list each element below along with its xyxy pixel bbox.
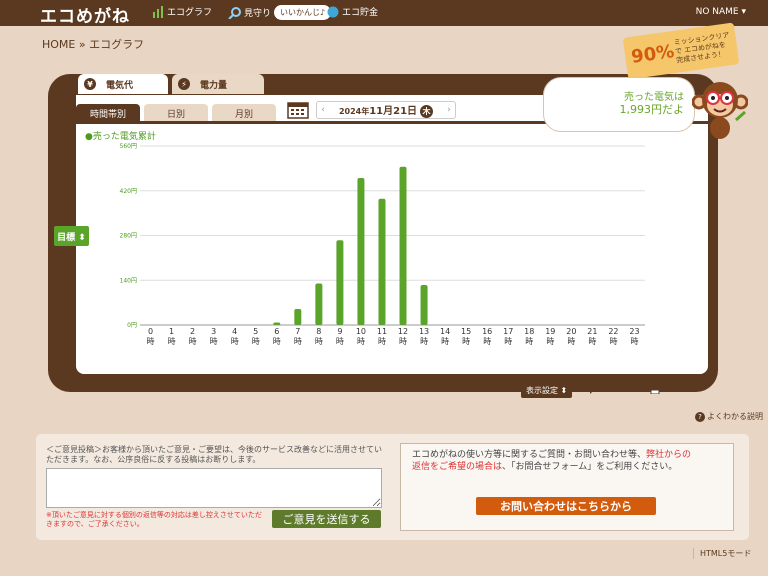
speech-bubble: 売った電気は 1,993円だよ <box>543 77 695 132</box>
print-label: 印刷する <box>665 384 697 393</box>
y-tick-label: 280円 <box>120 233 137 240</box>
x-tick-label: 14 <box>440 327 450 336</box>
inquiry-red-1: 弊社からの <box>646 450 692 460</box>
submit-feedback-button[interactable]: ご意見を送信する <box>272 510 381 528</box>
x-tick-unit: 時 <box>231 337 239 346</box>
x-tick-unit: 時 <box>567 337 575 346</box>
help-link[interactable]: ? よくわかる説明 <box>695 411 763 422</box>
feedback-description: ＜ご意見投稿＞お客様から頂いたご意見・ご要望は、今後のサービス改善などに活用させ… <box>46 445 382 464</box>
x-tick-label: 9 <box>337 327 342 336</box>
x-tick-unit: 時 <box>525 337 533 346</box>
y-tick-label: 560円 <box>120 143 137 150</box>
x-tick-label: 12 <box>398 327 408 336</box>
help-label: よくわかる説明 <box>707 412 763 421</box>
x-tick-label: 8 <box>316 327 321 336</box>
x-tick-label: 7 <box>295 327 300 336</box>
x-tick-label: 2 <box>190 327 195 336</box>
x-tick-unit: 時 <box>336 337 344 346</box>
x-tick-label: 22 <box>608 327 618 336</box>
y-tick-label: 0円 <box>127 322 137 329</box>
printer-icon <box>649 383 661 394</box>
share-label: 共有する <box>602 384 634 393</box>
x-tick-unit: 時 <box>483 337 491 346</box>
x-tick-label: 21 <box>587 327 597 336</box>
x-tick-unit: 時 <box>504 337 512 346</box>
x-tick-label: 15 <box>461 327 471 336</box>
share-button[interactable]: 共有する <box>587 383 634 394</box>
x-tick-label: 18 <box>524 327 534 336</box>
x-tick-unit: 時 <box>294 337 302 346</box>
monkey-mascot-icon <box>692 82 748 139</box>
chart-bar[interactable] <box>420 285 428 325</box>
x-tick-unit: 時 <box>609 337 617 346</box>
x-tick-label: 6 <box>274 327 279 336</box>
x-tick-unit: 時 <box>168 337 176 346</box>
x-tick-unit: 時 <box>588 337 596 346</box>
x-tick-label: 13 <box>419 327 429 336</box>
print-button[interactable]: 印刷する <box>649 383 697 394</box>
chart-bar[interactable] <box>357 177 365 325</box>
x-tick-unit: 時 <box>273 337 281 346</box>
x-tick-label: 5 <box>253 327 258 336</box>
chart-bar[interactable] <box>315 283 323 325</box>
mission-text: ミッションクリアで エコめがねを 完成させよう！ <box>673 31 730 65</box>
chart-bar[interactable] <box>336 240 344 325</box>
inquiry-button[interactable]: お問い合わせはこちらから <box>476 497 656 515</box>
x-tick-unit: 時 <box>420 337 428 346</box>
inquiry-text-2: 、「お問合せフォーム」をご利用ください。 <box>502 462 678 472</box>
x-tick-unit: 時 <box>357 337 365 346</box>
x-tick-label: 19 <box>545 327 555 336</box>
chart-bar[interactable] <box>399 166 407 325</box>
inquiry-red-2: 返信をご希望の場合は <box>412 462 503 472</box>
x-tick-label: 3 <box>211 327 216 336</box>
x-tick-unit: 時 <box>399 337 407 346</box>
x-tick-unit: 時 <box>462 337 470 346</box>
x-tick-label: 0 <box>148 327 153 336</box>
x-tick-label: 17 <box>503 327 513 336</box>
x-tick-unit: 時 <box>189 337 197 346</box>
x-tick-label: 23 <box>629 327 639 336</box>
x-tick-unit: 時 <box>378 337 386 346</box>
display-settings-button[interactable]: 表示設定 ⬍ <box>521 383 573 398</box>
x-tick-unit: 時 <box>441 337 449 346</box>
x-tick-unit: 時 <box>630 337 638 346</box>
html5-mode-link[interactable]: HTML5モード <box>693 548 751 559</box>
inquiry-text-1: エコめがねの使い方等に関するご質問・お問い合わせ等、 <box>412 450 647 460</box>
speech-amount: 1,993円だよ <box>619 103 685 116</box>
question-icon: ? <box>695 412 705 422</box>
chart-bar[interactable] <box>273 322 281 325</box>
mission-percent: 90% <box>629 41 676 68</box>
y-tick-label: 140円 <box>120 277 137 284</box>
x-tick-label: 4 <box>232 327 237 336</box>
inquiry-text: エコめがねの使い方等に関するご質問・お問い合わせ等、弊社からの 返信をご希望の場… <box>412 449 728 473</box>
chart-bar[interactable] <box>294 309 302 325</box>
y-tick-label: 420円 <box>120 188 137 195</box>
x-tick-label: 11 <box>377 327 387 336</box>
chart-bar[interactable] <box>378 198 386 325</box>
feedback-textarea[interactable] <box>46 468 382 508</box>
speech-icon <box>587 383 599 394</box>
feedback-note: ※頂いたご意見に対する個別の返信等の対応は差し控えさせていただきますので、ご了承… <box>46 511 262 528</box>
x-tick-label: 20 <box>566 327 576 336</box>
x-tick-label: 16 <box>482 327 492 336</box>
x-tick-unit: 時 <box>546 337 554 346</box>
x-tick-label: 10 <box>356 327 366 336</box>
x-tick-unit: 時 <box>210 337 218 346</box>
x-tick-unit: 時 <box>252 337 260 346</box>
x-tick-unit: 時 <box>147 337 155 346</box>
x-tick-unit: 時 <box>315 337 323 346</box>
x-tick-label: 1 <box>169 327 174 336</box>
